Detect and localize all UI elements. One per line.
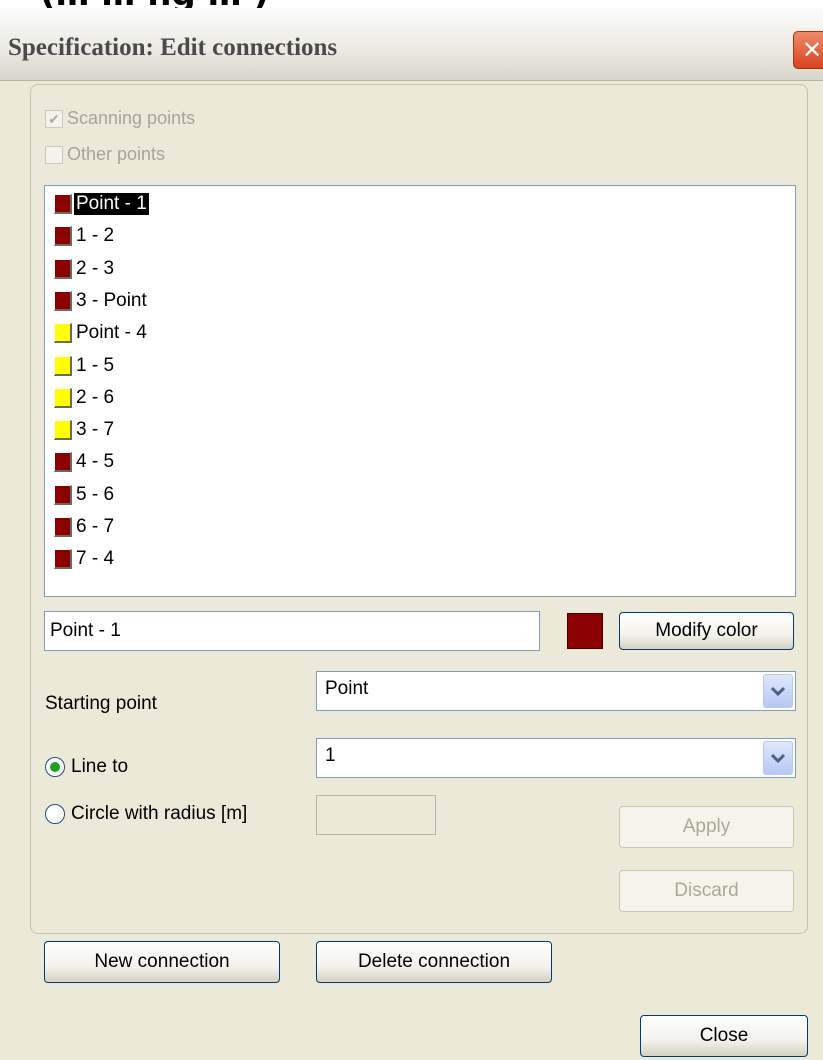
list-item-label: 5 - 6	[76, 483, 115, 505]
list-item[interactable]: 5 - 6	[54, 481, 116, 509]
checkbox-box-icon	[45, 145, 63, 164]
list-item[interactable]: Point - 4	[54, 319, 149, 347]
list-item-label: 3 - 7	[76, 419, 115, 441]
color-swatch-icon	[54, 484, 72, 505]
window-title: Specification: Edit connections	[8, 34, 338, 61]
starting-point-value: Point	[325, 678, 369, 699]
list-item[interactable]: 7 - 4	[54, 545, 116, 573]
list-item-label: 2 - 6	[76, 386, 115, 408]
new-connection-button[interactable]: New connection	[44, 941, 280, 983]
list-item[interactable]: 1 - 2	[54, 222, 116, 250]
color-swatch-icon	[54, 226, 72, 247]
list-item-label: 3 - Point	[76, 289, 147, 311]
heading-fragment-text: (… … ng … )	[40, 0, 269, 8]
list-item[interactable]: 2 - 6	[54, 384, 116, 412]
list-item-label: 2 - 3	[76, 257, 115, 279]
delete-connection-button[interactable]: Delete connection	[316, 941, 552, 983]
color-swatch-icon	[54, 355, 72, 376]
list-item[interactable]: Point - 1	[54, 190, 149, 218]
color-swatch-icon	[54, 517, 72, 537]
list-item-label: Point - 1	[74, 193, 149, 215]
line-to-radio[interactable]: Line to	[45, 756, 128, 778]
color-swatch-icon	[54, 452, 72, 473]
other-points-label: Other points	[67, 144, 166, 164]
apply-button[interactable]: Apply	[619, 806, 794, 848]
list-item[interactable]: 6 - 7	[54, 513, 116, 541]
line-to-dropdown[interactable]: 1	[316, 738, 796, 778]
close-icon: ✕	[801, 36, 823, 64]
background-heading-fragment: (… … ng … )	[0, 0, 823, 8]
other-points-checkbox[interactable]: Other points	[45, 144, 165, 165]
list-item[interactable]: 3 - Point	[54, 287, 149, 315]
list-item[interactable]: 4 - 5	[54, 448, 116, 476]
color-swatch-icon	[54, 323, 72, 344]
radio-selected-icon	[45, 757, 65, 777]
starting-point-dropdown[interactable]: Point	[316, 671, 796, 711]
close-button[interactable]: Close	[640, 1015, 808, 1057]
scanning-points-checkbox[interactable]: ✔ Scanning points	[45, 108, 195, 129]
circle-radius-label: Circle with radius [m]	[71, 803, 248, 824]
list-item[interactable]: 2 - 3	[54, 255, 116, 283]
current-color-swatch	[567, 613, 603, 649]
color-swatch-icon	[54, 194, 72, 214]
line-to-label: Line to	[71, 756, 129, 777]
list-item-label: 7 - 4	[76, 548, 115, 570]
color-swatch-icon	[54, 420, 72, 441]
list-item-label: 4 - 5	[76, 451, 115, 473]
modify-color-button[interactable]: Modify color	[619, 612, 794, 650]
color-swatch-icon	[54, 290, 72, 311]
radio-unselected-icon	[45, 804, 65, 824]
list-item-label: 1 - 5	[76, 354, 115, 376]
connections-list[interactable]: Point - 1 1 - 2 2 - 3 3 - Point Point - 4 1 -…	[44, 185, 796, 597]
close-window-button[interactable]: ✕	[793, 31, 823, 69]
checkmark-icon: ✔	[45, 109, 63, 128]
title-bar: Specification: Edit connections ✕	[0, 8, 823, 81]
color-swatch-icon	[54, 258, 72, 279]
chevron-down-icon[interactable]	[763, 741, 793, 775]
radius-field[interactable]	[316, 795, 436, 835]
starting-point-label: Starting point	[45, 693, 157, 714]
discard-button[interactable]: Discard	[619, 870, 794, 912]
list-item[interactable]: 3 - 7	[54, 416, 116, 444]
connection-name-field[interactable]: Point - 1	[44, 611, 540, 651]
color-swatch-icon	[54, 549, 72, 570]
circle-radius-radio[interactable]: Circle with radius [m]	[45, 803, 247, 825]
list-item-label: 1 - 2	[76, 225, 115, 247]
scanning-points-label: Scanning points	[67, 108, 196, 128]
chevron-down-icon[interactable]	[763, 674, 793, 708]
color-swatch-icon	[54, 387, 72, 408]
list-item-label: 6 - 7	[76, 516, 115, 537]
list-item[interactable]: 1 - 5	[54, 352, 116, 380]
list-item-label: Point - 4	[76, 322, 147, 344]
line-to-value: 1	[325, 745, 336, 766]
